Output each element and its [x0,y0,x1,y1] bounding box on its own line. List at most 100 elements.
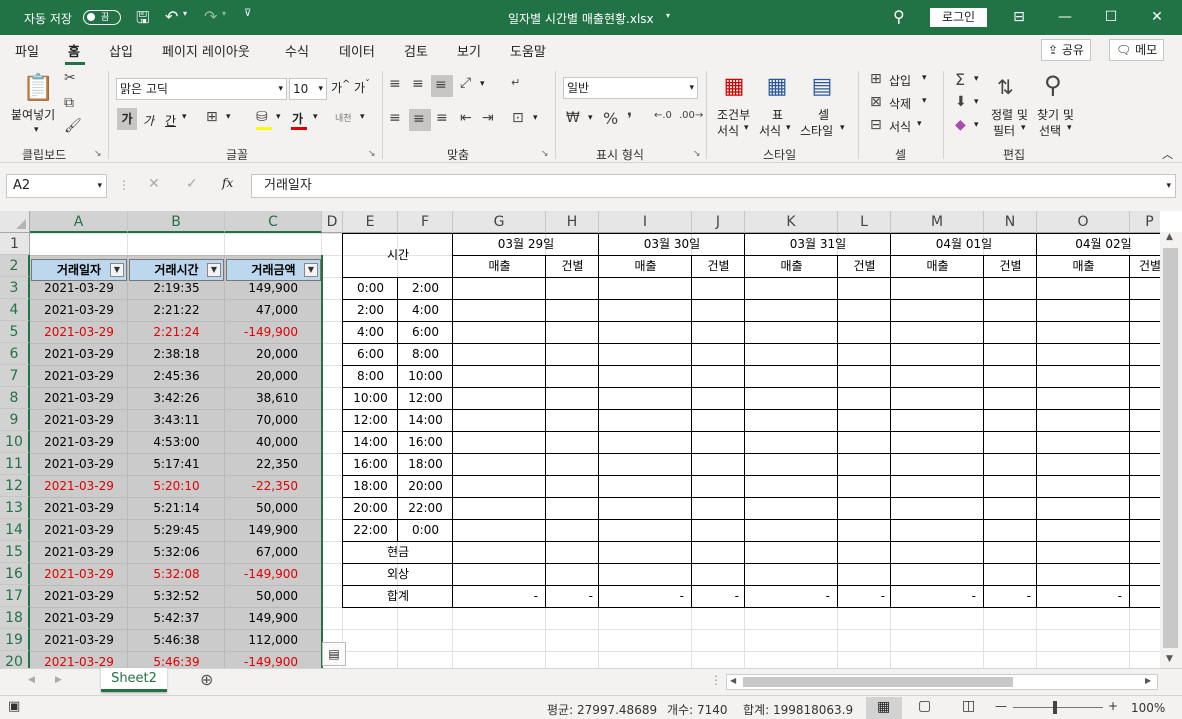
decrease-decimal-icon[interactable]: .00→ [679,110,703,121]
customize-toolbar-icon[interactable]: ⊽ [244,8,251,19]
redo-icon[interactable]: ↷ [204,7,217,26]
trade-amount-cell[interactable]: 112,000 [225,629,322,651]
trade-amount-cell[interactable]: 20,000 [225,365,322,387]
slot-start-cell[interactable]: 4:00 [343,321,398,343]
trade-date-cell[interactable]: 2021-03-29 [30,453,128,475]
zoom-level[interactable]: 100% [1131,701,1165,715]
slot-start-cell[interactable]: 2:00 [343,299,398,321]
find-select-label-2[interactable]: 선택 [1039,122,1061,139]
ribbon-display-icon[interactable]: ⊟ [996,0,1042,35]
trade-date-cell[interactable]: 2021-03-29 [30,607,128,629]
credit-label-cell[interactable]: 외상 [343,563,453,585]
row-header-13[interactable]: 13 [0,497,30,519]
tab-insert[interactable]: 삽입 [109,41,133,60]
trade-time-cell[interactable]: 5:42:37 [128,607,225,629]
autosave-toggle[interactable]: 끔 [83,10,121,25]
horizontal-scrollbar[interactable]: ◀ ▶ [726,674,1158,690]
column-header-n[interactable]: N [984,211,1037,233]
enter-icon[interactable]: ✓ [186,176,198,192]
trade-date-cell[interactable]: 2021-03-29 [30,409,128,431]
scroll-up-icon[interactable]: ▲ [1166,232,1173,242]
align-middle-icon[interactable]: ≡ [412,76,424,92]
scroll-down-icon[interactable]: ▼ [1166,654,1173,664]
total-value-cell[interactable]: - [745,585,838,607]
row-header-10[interactable]: 10 [0,431,30,453]
sort-filter-label-1[interactable]: 정렬 및 [991,106,1028,123]
collapse-ribbon-icon[interactable]: ︿ [1162,146,1173,162]
trade-time-cell[interactable]: 5:17:41 [128,453,225,475]
total-value-cell[interactable]: - [599,585,692,607]
column-header-b[interactable]: B [128,211,225,233]
trade-time-cell[interactable]: 5:32:08 [128,563,225,585]
copy-icon[interactable]: ⧉ [64,95,74,111]
clear-dropdown-icon[interactable]: ▾ [974,120,979,130]
cell-styles-label-1[interactable]: 셀 [818,106,829,123]
find-select-dropdown-icon[interactable]: ▾ [1067,123,1072,133]
tab-formulas[interactable]: 수식 [285,41,309,60]
sales-header-cell[interactable]: 매출 [745,255,838,277]
date-header-cell[interactable]: 04월 01일 [891,233,1037,255]
row-header-4[interactable]: 4 [0,299,30,321]
column-header-h[interactable]: H [546,211,599,233]
delete-dropdown-icon[interactable]: ▾ [922,96,927,106]
vertical-scroll-thumb[interactable] [1163,248,1178,648]
total-value-cell[interactable]: - [546,585,599,607]
trade-time-cell[interactable]: 2:38:18 [128,343,225,365]
fill-dropdown-icon[interactable]: ▾ [974,97,979,107]
zoom-out-icon[interactable]: — [995,699,1007,713]
cell-styles-dropdown-icon[interactable]: ▾ [840,123,845,133]
find-select-label-1[interactable]: 찾기 및 [1037,106,1074,123]
increase-font-icon[interactable]: 가^ [331,79,350,96]
trade-time-cell[interactable]: 5:46:38 [128,629,225,651]
trade-time-cell[interactable]: 2:19:35 [128,277,225,299]
slot-end-cell[interactable]: 6:00 [398,321,453,343]
formula-input[interactable]: 거래일자 ▾ [251,174,1176,198]
fill-icon[interactable]: ⬇ [955,94,967,110]
trade-time-cell[interactable]: 5:29:45 [128,519,225,541]
trade-date-cell[interactable]: 2021-03-29 [30,387,128,409]
select-all-corner[interactable] [0,211,30,233]
slot-end-cell[interactable]: 0:00 [398,519,453,541]
trade-date-cell[interactable]: 2021-03-29 [30,365,128,387]
slot-end-cell[interactable]: 12:00 [398,387,453,409]
comma-style-icon[interactable]: ❜ [627,109,632,128]
align-left-icon[interactable]: ≡ [389,110,401,126]
trade-date-cell[interactable]: 2021-03-29 [30,629,128,651]
column-header-j[interactable]: J [692,211,745,233]
row-header-1[interactable]: 1 [0,233,30,255]
filter-dropdown-icon[interactable]: ▼ [207,263,221,277]
wrap-text-icon[interactable]: ↵ [511,76,520,89]
merge-center-icon[interactable]: ⊡ [512,110,524,126]
conditional-format-label-1[interactable]: 조건부 [717,106,750,123]
align-bottom-button[interactable]: ≡ [431,75,453,97]
total-value-cell[interactable]: - [1130,585,1161,607]
underline-dropdown-icon[interactable]: ▾ [182,112,187,122]
total-label-cell[interactable]: 합계 [343,585,453,607]
trade-amount-cell[interactable]: 70,000 [225,409,322,431]
font-color-dropdown-icon[interactable]: ▾ [313,112,318,122]
trade-date-cell[interactable]: 2021-03-29 [30,541,128,563]
format-as-table-label-1[interactable]: 표 [772,106,783,123]
vertical-scrollbar[interactable]: ▲ ▼ [1160,232,1182,668]
trade-date-cell[interactable]: 2021-03-29 [30,343,128,365]
trade-date-cell[interactable]: 2021-03-29 [30,519,128,541]
increase-decimal-icon[interactable]: ←.0 [654,110,672,121]
trade-amount-cell[interactable]: 149,900 [225,277,322,299]
trade-amount-cell[interactable]: 47,000 [225,299,322,321]
login-button[interactable]: 로그인 [930,8,987,27]
slot-start-cell[interactable]: 6:00 [343,343,398,365]
column-header-p[interactable]: P [1130,211,1160,233]
format-dropdown-icon[interactable]: ▾ [917,119,922,129]
column-header-g[interactable]: G [453,211,546,233]
sort-filter-icon[interactable]: ⇅ [997,75,1014,99]
row-header-16[interactable]: 16 [0,563,30,585]
redo-dropdown-icon[interactable]: ▾ [222,9,226,18]
next-sheet-icon[interactable]: ▶ [55,675,62,685]
row-header-8[interactable]: 8 [0,387,30,409]
minimize-icon[interactable]: — [1042,0,1088,35]
row-header-20[interactable]: 20 [0,651,30,668]
search-icon[interactable]: ⚲ [893,7,905,26]
trade-amount-cell[interactable]: -22,350 [225,475,322,497]
close-icon[interactable]: ✕ [1134,0,1180,35]
font-name-select[interactable]: 맑은 고딕 ▾ [116,78,287,100]
